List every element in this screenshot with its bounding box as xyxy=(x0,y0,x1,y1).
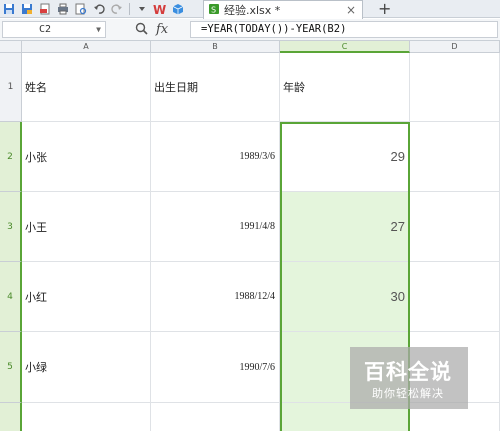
insert-function-button[interactable]: fx xyxy=(156,22,168,37)
export-pdf-icon[interactable] xyxy=(36,0,54,18)
dropdown-icon[interactable] xyxy=(133,0,151,18)
cell-a6[interactable] xyxy=(22,403,151,431)
print-preview-icon[interactable] xyxy=(72,0,90,18)
zoom-search-icon[interactable] xyxy=(135,22,148,38)
cell-d3[interactable] xyxy=(410,192,500,262)
formula-input[interactable]: =YEAR(TODAY())-YEAR(B2) xyxy=(190,21,498,38)
toolbar-divider xyxy=(129,2,130,15)
column-header-c[interactable]: C xyxy=(280,41,410,53)
cell-b3[interactable]: 1991/4/8 xyxy=(151,192,280,262)
undo-icon[interactable] xyxy=(90,0,108,18)
tab-file[interactable]: S 经验.xlsx * × xyxy=(203,0,363,19)
row-header[interactable]: 3 xyxy=(0,192,22,262)
cell-d2[interactable] xyxy=(410,122,500,192)
cell-b2[interactable]: 1989/3/6 xyxy=(151,122,280,192)
select-all-corner[interactable] xyxy=(0,41,22,53)
cell-b4[interactable]: 1988/12/4 xyxy=(151,262,280,332)
cell-a4[interactable]: 小红 xyxy=(22,262,151,332)
chevron-down-icon[interactable]: ▼ xyxy=(96,22,101,37)
cell-c4[interactable]: 30 xyxy=(280,262,410,332)
cell-a2[interactable]: 小张 xyxy=(22,122,151,192)
cell-b5[interactable]: 1990/7/6 xyxy=(151,332,280,403)
column-header-a[interactable]: A xyxy=(22,41,151,53)
cell-reference: C2 xyxy=(39,24,52,35)
row-header[interactable]: 2 xyxy=(0,122,22,192)
row-header[interactable]: 4 xyxy=(0,262,22,332)
cell-b1[interactable]: 出生日期 xyxy=(151,53,280,122)
cell-c3[interactable]: 27 xyxy=(280,192,410,262)
print-icon[interactable] xyxy=(54,0,72,18)
cell-c2[interactable]: 29 xyxy=(280,122,410,192)
formula-bar: C2 ▼ fx =YEAR(TODAY())-YEAR(B2) xyxy=(0,19,500,41)
name-box[interactable]: C2 ▼ xyxy=(2,21,106,38)
cell-d4[interactable] xyxy=(410,262,500,332)
new-tab-button[interactable]: + xyxy=(378,0,391,18)
save-as-icon[interactable] xyxy=(18,0,36,18)
cell-c1[interactable]: 年龄 xyxy=(280,53,410,122)
cell-b6[interactable] xyxy=(151,403,280,431)
wps-logo-icon[interactable]: W xyxy=(151,0,169,18)
watermark-logo: 百科全说 助你轻松解决 xyxy=(350,347,468,409)
svg-text:S: S xyxy=(211,5,216,14)
column-header-d[interactable]: D xyxy=(410,41,500,53)
cube-icon[interactable] xyxy=(169,0,187,18)
watermark-title: 百科全说 xyxy=(364,360,452,384)
watermark-subtitle: 助你轻松解决 xyxy=(372,387,444,400)
spreadsheet-file-icon: S xyxy=(208,3,220,18)
row-header[interactable]: 1 xyxy=(0,53,22,122)
cell-a1[interactable]: 姓名 xyxy=(22,53,151,122)
svg-text:W: W xyxy=(153,3,166,15)
cell-a3[interactable]: 小王 xyxy=(22,192,151,262)
redo-icon[interactable] xyxy=(108,0,126,18)
cell-d1[interactable] xyxy=(410,53,500,122)
tab-close-button[interactable]: × xyxy=(346,3,356,17)
tab-file-name: 经验.xlsx * xyxy=(224,4,281,17)
save-icon[interactable] xyxy=(0,0,18,18)
cell-a5[interactable]: 小绿 xyxy=(22,332,151,403)
function-controls: fx xyxy=(135,21,185,38)
row-header[interactable]: 5 xyxy=(0,332,22,403)
row-header[interactable] xyxy=(0,403,22,431)
column-header-b[interactable]: B xyxy=(151,41,280,53)
